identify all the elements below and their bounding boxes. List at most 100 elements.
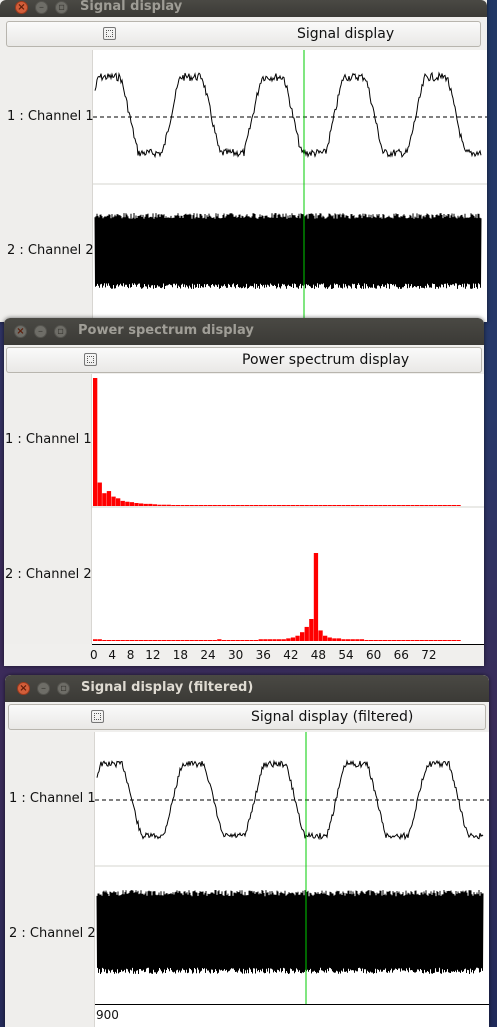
spectrum-bar-ch1 [290,505,296,506]
window-title: Signal display (filtered) [81,680,254,695]
window-title: Power spectrum display [78,323,254,338]
channel-2-label: 2 : Channel 2 [9,926,96,941]
spectrum-bar-ch2 [267,639,273,641]
spectrum-bar-ch1 [309,505,314,506]
frequency-tick-label: 18 [172,648,189,662]
spectrum-bar-ch1 [336,505,342,506]
window-titlebar[interactable]: Signal display (filtered) [5,675,489,702]
close-icon[interactable] [17,681,30,696]
spectrum-plot-area[interactable] [92,374,484,644]
spectrum-bar-ch1 [258,505,263,506]
frequency-axis: 0 4 8 12 18 24 30 36 42 48 54 60 66 72 [4,644,484,666]
minimize-icon[interactable] [35,0,48,15]
spectrum-bar-ch2 [152,640,158,641]
spectrum-bar-ch2 [424,640,429,641]
spectrum-bar-ch2 [396,640,401,641]
spectrum-bar-ch2 [139,640,144,641]
spectrum-bar-ch1 [244,505,250,506]
spectrum-bar-ch1 [111,496,116,506]
spectrum-bar-ch2 [286,638,291,641]
spectrum-bar-ch1 [203,505,208,506]
spectrum-bar-ch2 [208,640,213,641]
spectrum-bar-ch1 [185,505,190,506]
spectrum-bar-ch2 [447,640,452,641]
spectrum-bar-ch2 [373,640,378,641]
close-icon[interactable] [15,0,28,15]
spectrum-bar-ch2 [116,640,121,641]
spectrum-bar-ch1 [438,505,443,506]
spectrum-bar-ch1 [180,505,185,506]
spectrum-bar-ch1 [447,505,452,506]
spectrum-bar-ch2 [419,640,424,641]
spectrum-bar-ch1 [387,505,392,506]
window-titlebar[interactable]: Signal display [0,0,487,17]
spectrum-bar-ch2 [162,640,167,641]
spectrum-bar-ch1 [318,505,323,506]
spectrum-bar-ch2 [364,640,369,641]
maximize-icon[interactable] [54,324,67,339]
spectrum-bar-ch1 [129,502,135,506]
window-title: Signal display [80,0,183,14]
signal-display-toggle-button[interactable]: Signal display [6,21,481,47]
spectrum-bar-ch1 [240,505,245,506]
dock-icon [91,710,104,723]
spectrum-bar-ch2 [249,640,254,641]
spectrum-bar-ch1 [148,503,153,506]
spectrum-bar-ch1 [212,505,217,506]
spectrum-bar-ch2 [341,639,346,641]
spectrum-bar-ch2 [313,553,319,641]
spectrum-bar-ch1 [378,505,383,506]
spectrum-bar-ch2 [405,640,411,641]
filtered-plot-area[interactable] [95,732,489,1004]
spectrum-bar-ch1 [134,503,139,506]
toolbar-button-label: Power spectrum display [242,352,410,368]
spectrum-bar-ch1 [93,378,98,506]
spectrum-bar-ch2 [401,640,406,641]
spectrum-bar-ch2 [157,640,162,641]
spectrum-bar-ch1 [451,505,457,506]
dock-icon [103,27,116,40]
spectrum-bar-ch1 [152,504,158,506]
frequency-tick-label: 42 [283,648,299,662]
spectrum-bar-ch2 [263,639,268,641]
spectrum-bar-ch1 [272,505,277,506]
spectrum-bar-ch1 [341,505,346,506]
channel-1-label: 1 : Channel 1 [9,791,96,806]
minimize-icon[interactable] [37,681,50,696]
spectrum-bar-ch2 [323,635,328,641]
signal-display-window: Signal display Signal display 1 : Channe… [0,0,487,322]
spectrum-bar-ch2 [143,640,148,641]
maximize-icon[interactable] [55,0,68,15]
minimize-icon[interactable] [34,324,47,339]
close-icon[interactable] [14,324,27,339]
spectrum-bar-ch2 [359,639,365,641]
signal-plot-area[interactable] [93,50,487,322]
filtered-signal-toggle-button[interactable]: Signal display (filtered) [8,704,486,730]
spectrum-bar-ch1 [171,505,176,506]
spectrum-bar-ch1 [226,505,231,506]
spectrum-bar-ch1 [346,505,351,506]
frequency-tick-label: 36 [255,648,271,662]
window-titlebar[interactable]: Power spectrum display [4,318,484,345]
spectrum-bar-ch2 [415,640,420,641]
maximize-icon[interactable] [57,681,70,696]
spectrum-bar-ch1 [277,505,282,506]
time-axis-label: 900 [96,1008,119,1022]
channel-2-label: 2 : Channel 2 [7,243,94,258]
channel-2-envelope [97,898,483,966]
spectrum-bar-ch1 [313,505,319,506]
spectrum-bar-ch2 [171,640,176,641]
frequency-tick-label: 4 [108,648,117,662]
power-spectrum-toggle-button[interactable]: Power spectrum display [6,347,482,373]
spectrum-bar-ch1 [410,505,415,506]
spectrum-bar-ch1 [364,505,369,506]
spectrum-bar-ch1 [295,505,300,506]
spectrum-bar-ch2 [212,640,217,641]
spectrum-bar-ch1 [143,503,148,506]
spectrum-bar-ch1 [235,505,240,506]
spectrum-bar-ch1 [382,505,388,506]
channel-1-label: 1 : Channel 1 [7,109,94,124]
spectrum-bar-ch2 [304,626,309,641]
spectrum-bar-ch1 [198,505,204,506]
spectrum-bar-ch1 [102,493,107,506]
